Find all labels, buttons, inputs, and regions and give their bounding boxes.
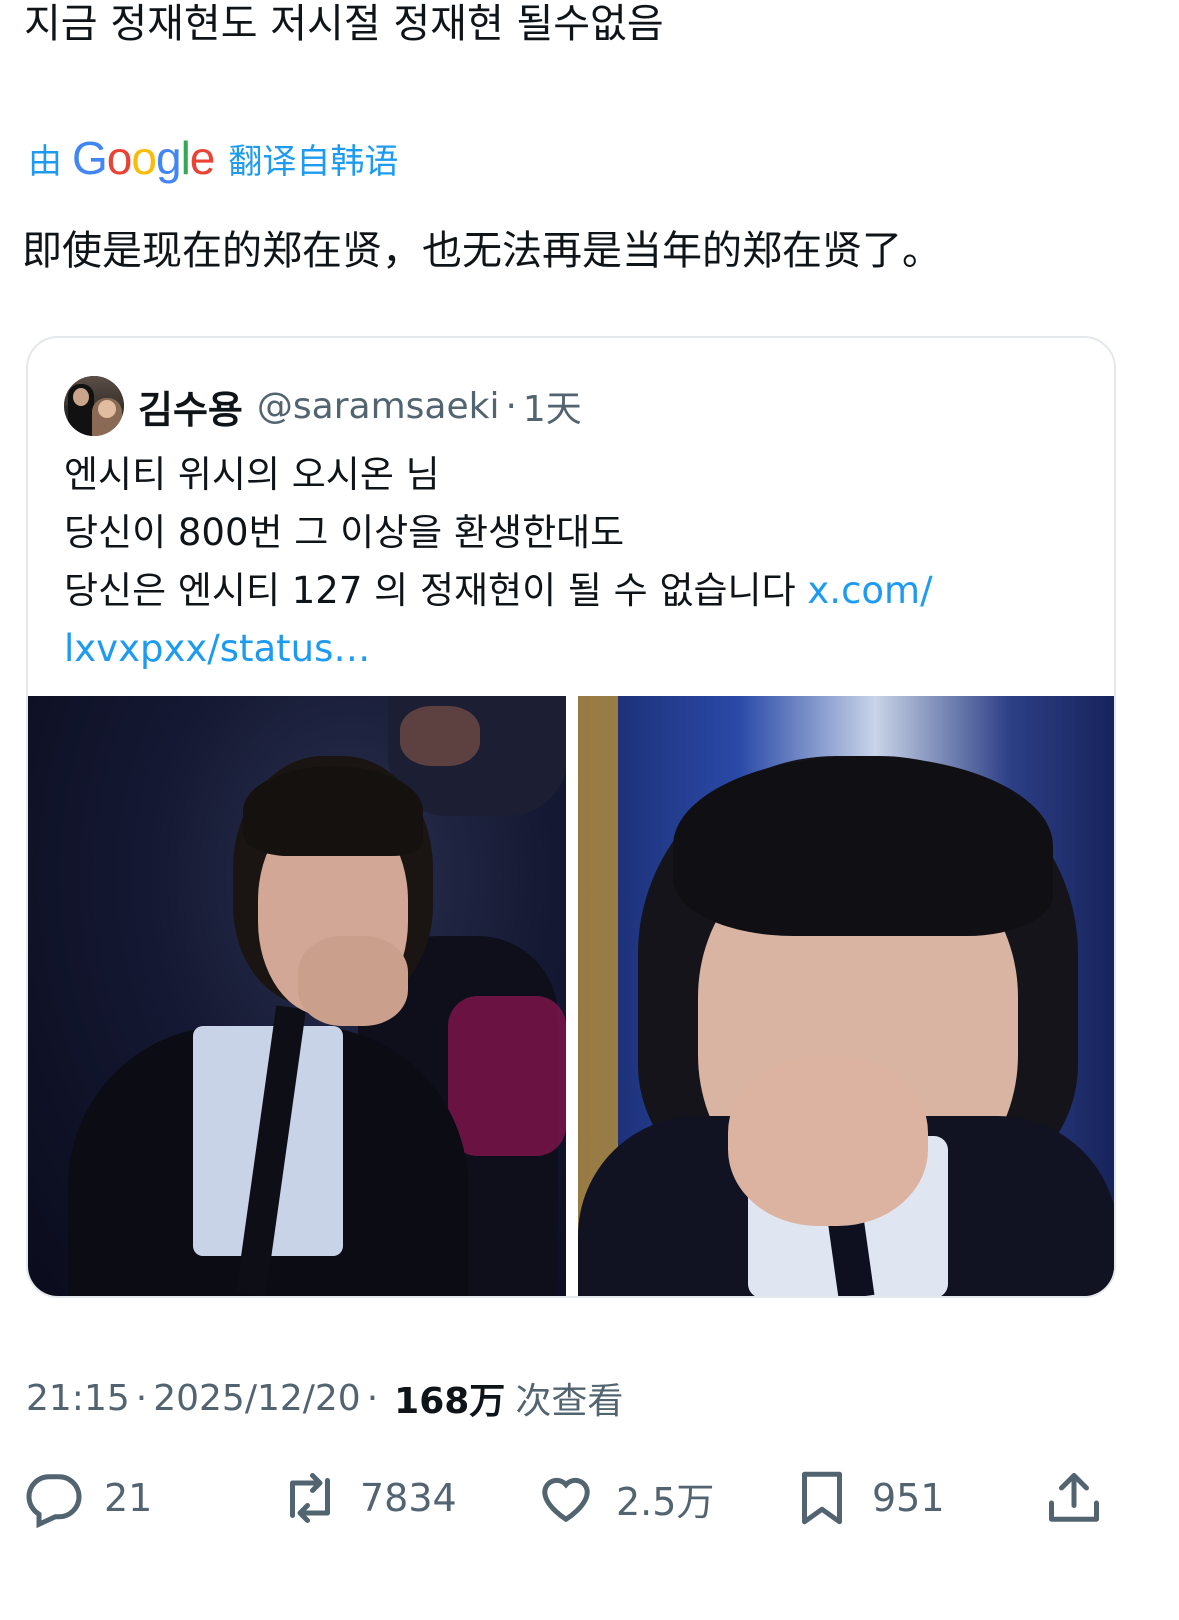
like-button[interactable]: 2.5万 <box>536 1462 714 1534</box>
quoted-tweet-text: 엔시티 위시의 오시온 님 당신이 800번 그 이상을 환생한대도 당신은 엔… <box>64 446 1064 678</box>
bookmark-count: 951 <box>872 1476 945 1520</box>
separator-dot: · <box>366 1377 379 1419</box>
quoted-media-photo-1[interactable] <box>28 696 566 1296</box>
quoted-text-line: 엔시티 위시의 오시온 님 <box>64 453 440 496</box>
quoted-link[interactable]: x.com/ <box>807 569 932 612</box>
quoted-tweet-card[interactable]: 김수용 @saramsaeki · 1天 엔시티 위시의 오시온 님 당신이 8… <box>26 336 1116 1298</box>
retweet-count: 7834 <box>360 1476 457 1520</box>
google-logo-letter: o <box>106 132 133 184</box>
retweet-icon <box>290 1473 330 1523</box>
reply-icon <box>26 1474 82 1528</box>
google-logo-letter: e <box>189 132 216 184</box>
bookmark-button[interactable]: 951 <box>792 1462 945 1534</box>
bookmark-icon <box>802 1471 842 1525</box>
quoted-tweet-header: 김수용 @saramsaeki · 1天 <box>64 376 582 436</box>
google-logo-letter: G <box>72 132 108 184</box>
view-count-label: 次查看 <box>515 1381 624 1422</box>
avatar[interactable] <box>64 376 124 436</box>
google-logo: Google <box>72 132 216 184</box>
retweet-button[interactable]: 7834 <box>280 1462 457 1534</box>
quoted-link-continued[interactable]: lxvxpxx/status… <box>64 620 1064 678</box>
tweet-metadata: 21:15 · 2025/12/20 · 168万 次查看 <box>26 1372 623 1424</box>
quoted-media-photo-2[interactable] <box>578 696 1114 1296</box>
reply-count: 21 <box>104 1476 153 1520</box>
translation-attribution[interactable]: 由 Google 翻译自韩语 <box>28 130 398 186</box>
google-logo-letter: l <box>180 132 191 184</box>
reply-button[interactable]: 21 <box>24 1462 152 1534</box>
like-count: 2.5万 <box>616 1479 715 1524</box>
quoted-author-handle[interactable]: @saramsaeki <box>257 386 500 427</box>
tweet-date[interactable]: 2025/12/20 <box>153 1378 361 1419</box>
separator-dot: · <box>505 385 517 427</box>
share-icon <box>1049 1473 1099 1522</box>
quoted-author-name[interactable]: 김수용 <box>138 379 243 434</box>
tweet-text-translated: 即使是现在的郑在贤，也无法再是当年的郑在贤了。 <box>22 228 942 274</box>
translate-language-label: 翻译自韩语 <box>228 141 399 182</box>
translate-by-label: 由 <box>28 141 62 182</box>
quoted-text-line: 당신은 엔시티 127 의 정재현이 될 수 없습니다 x.com/ <box>64 562 1064 620</box>
quoted-text-line: 당신이 800번 그 이상을 환생한대도 <box>64 511 625 554</box>
share-button[interactable] <box>1044 1462 1104 1534</box>
tweet-text-original: 지금 정재현도 저시절 정재현 될수없음 <box>24 1 664 47</box>
google-logo-letter: g <box>155 132 182 184</box>
tweet-time[interactable]: 21:15 <box>26 1378 130 1419</box>
view-count[interactable]: 168万 <box>394 1372 505 1424</box>
quoted-tweet-time[interactable]: 1天 <box>523 380 582 432</box>
like-icon <box>542 1477 590 1523</box>
quoted-text-line-content: 당신은 엔시티 127 의 정재현이 될 수 없습니다 <box>64 569 796 612</box>
tweet-actions: 21 7834 2.5万 951 <box>24 1462 1114 1534</box>
google-logo-letter: o <box>131 132 157 184</box>
separator-dot: · <box>135 1377 148 1419</box>
